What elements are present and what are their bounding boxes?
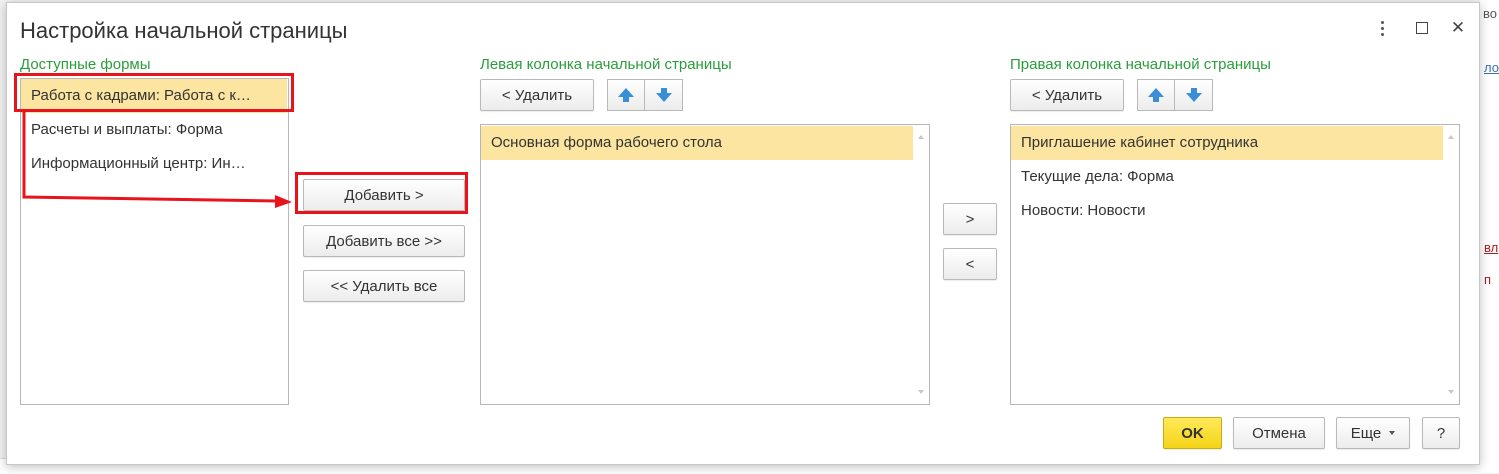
right-column-list[interactable]: Приглашение кабинет сотрудника Текущие д…: [1010, 124, 1460, 405]
available-forms-label: Доступные формы: [20, 56, 151, 73]
list-item-label: Основная форма рабочего стола: [491, 134, 722, 151]
dialog-title: Настройка начальной страницы: [20, 18, 348, 43]
list-item[interactable]: Приглашение кабинет сотрудника: [1011, 126, 1443, 160]
more-button[interactable]: Еще: [1336, 417, 1410, 449]
list-item-label: Информационный центр: Ин…: [31, 155, 246, 172]
remove-all-button[interactable]: << Удалить все: [303, 270, 465, 302]
list-item[interactable]: Работа с кадрами: Работа с к…: [21, 79, 287, 113]
more-button-label: Еще: [1350, 424, 1382, 442]
add-all-button[interactable]: Добавить все >>: [303, 225, 465, 257]
list-item[interactable]: Информационный центр: Ин…: [21, 147, 288, 181]
cancel-button[interactable]: Отмена: [1233, 417, 1325, 449]
scroll-down-icon[interactable]: [1448, 390, 1454, 394]
list-item-label: Текущие дела: Форма: [1021, 168, 1174, 185]
scrollbar[interactable]: [1445, 125, 1459, 404]
close-icon[interactable]: ✕: [1447, 17, 1469, 39]
more-vertical-icon[interactable]: [1371, 17, 1393, 39]
available-forms-list[interactable]: Работа с кадрами: Работа с к… Расчеты и …: [20, 78, 289, 405]
right-column-remove-button[interactable]: < Удалить: [1010, 79, 1124, 111]
list-item[interactable]: Основная форма рабочего стола: [481, 126, 913, 160]
left-column-label: Левая колонка начальной страницы: [480, 56, 732, 73]
background-text-fragment: во: [1483, 6, 1497, 21]
scroll-up-icon[interactable]: [918, 135, 924, 139]
maximize-icon[interactable]: [1411, 17, 1433, 39]
list-item-label: Новости: Новости: [1021, 202, 1146, 219]
move-down-button[interactable]: [1175, 79, 1213, 111]
right-column-order-buttons: [1137, 79, 1213, 111]
list-item-label: Расчеты и выплаты: Форма: [31, 121, 223, 138]
background-link-fragment: вл: [1484, 240, 1499, 255]
move-down-button[interactable]: [645, 79, 683, 111]
list-item[interactable]: Новости: Новости: [1011, 194, 1459, 228]
right-column-label: Правая колонка начальной страницы: [1010, 56, 1271, 73]
arrow-down-icon: [1185, 88, 1202, 102]
ok-button[interactable]: OK: [1163, 417, 1222, 449]
left-column-order-buttons: [607, 79, 683, 111]
move-up-button[interactable]: [607, 79, 645, 111]
chevron-down-icon: [1389, 431, 1396, 435]
arrow-up-icon: [1148, 88, 1164, 102]
list-item-label: Приглашение кабинет сотрудника: [1021, 134, 1259, 151]
move-to-right-button[interactable]: >: [943, 203, 997, 235]
scroll-up-icon[interactable]: [1448, 135, 1454, 139]
list-item-label: Работа с кадрами: Работа с к…: [31, 87, 251, 104]
home-page-settings-dialog: Настройка начальной страницы ✕ Доступные…: [6, 2, 1480, 465]
scrollbar[interactable]: [915, 125, 929, 404]
list-item[interactable]: Текущие дела: Форма: [1011, 160, 1459, 194]
background-link-fragment: ло: [1484, 60, 1499, 75]
arrow-up-icon: [618, 88, 634, 102]
move-to-left-button[interactable]: <: [943, 248, 997, 280]
help-button[interactable]: ?: [1422, 417, 1460, 449]
left-column-list[interactable]: Основная форма рабочего стола: [480, 124, 930, 405]
move-up-button[interactable]: [1137, 79, 1175, 111]
background-text-fragment: п: [1484, 272, 1492, 287]
left-column-remove-button[interactable]: < Удалить: [480, 79, 594, 111]
arrow-down-icon: [655, 88, 672, 102]
add-button[interactable]: Добавить >: [303, 179, 465, 211]
list-item[interactable]: Расчеты и выплаты: Форма: [21, 113, 288, 147]
scroll-down-icon[interactable]: [918, 390, 924, 394]
